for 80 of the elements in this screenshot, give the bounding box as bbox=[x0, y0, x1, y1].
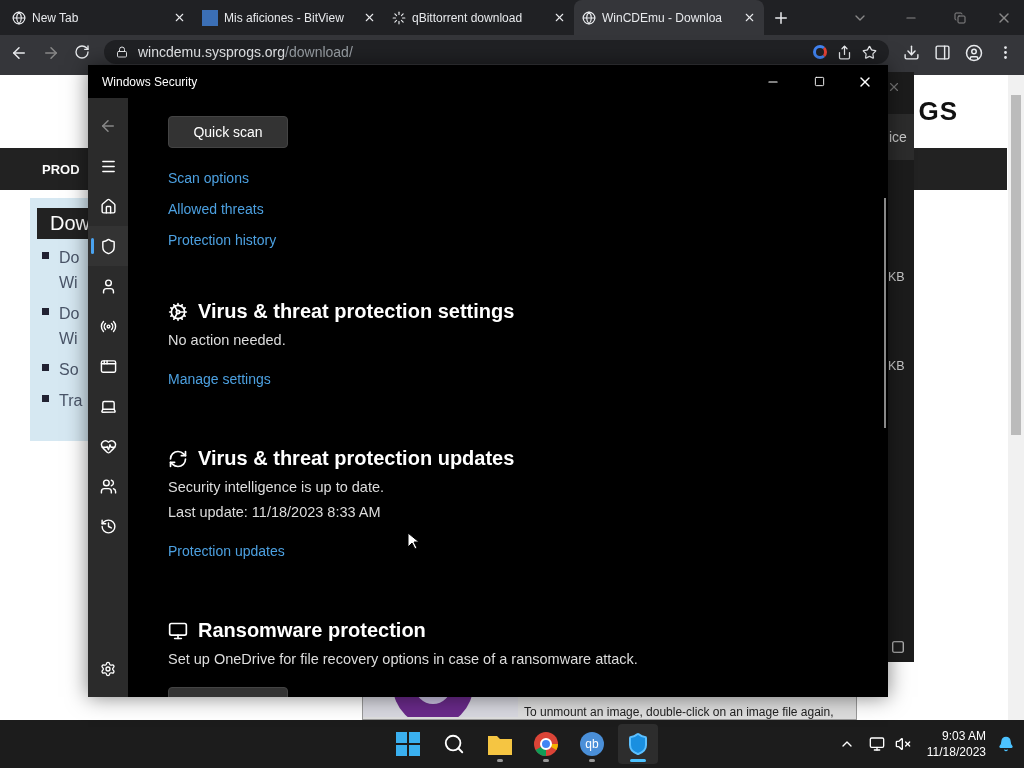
status-text: Last update: 11/18/2023 8:33 AM bbox=[168, 504, 382, 520]
reload-icon[interactable] bbox=[74, 44, 90, 60]
forward-icon[interactable] bbox=[42, 44, 60, 62]
section-title: Virus & threat protection updates bbox=[198, 447, 515, 470]
section-title: Ransomware protection bbox=[198, 619, 426, 642]
bullet-icon bbox=[42, 252, 49, 259]
side-panel-icon[interactable] bbox=[934, 44, 951, 61]
browser-tab[interactable]: Mis aficiones - BitView bbox=[194, 0, 384, 35]
taskbar-app[interactable] bbox=[618, 724, 658, 764]
bullet-icon bbox=[42, 308, 49, 315]
window-icon[interactable] bbox=[891, 640, 905, 654]
nav-item[interactable] bbox=[88, 226, 128, 266]
close-tab-icon[interactable] bbox=[363, 11, 376, 24]
search-icon bbox=[443, 733, 465, 755]
link[interactable]: Allowed threats bbox=[168, 194, 888, 225]
health-icon bbox=[99, 437, 117, 455]
maximize-icon[interactable] bbox=[813, 76, 825, 87]
start-icon bbox=[396, 732, 420, 756]
site-logo: GS bbox=[918, 96, 958, 127]
shield-icon bbox=[99, 237, 117, 255]
link[interactable]: Protection updates bbox=[168, 536, 888, 567]
status-text: No action needed. bbox=[168, 332, 287, 348]
size-text: KB bbox=[888, 270, 906, 284]
loading-icon bbox=[392, 10, 406, 25]
list-link[interactable]: Wi bbox=[59, 270, 80, 295]
clock[interactable]: 9:03 AM 11/18/2023 bbox=[926, 728, 986, 760]
bullet-icon bbox=[42, 395, 49, 402]
close-tab-icon[interactable] bbox=[173, 11, 186, 24]
app-icon bbox=[99, 357, 117, 375]
globe-icon bbox=[582, 10, 596, 25]
section-icon bbox=[168, 448, 188, 469]
volume-muted-icon[interactable] bbox=[894, 736, 911, 752]
notification-icon[interactable] bbox=[998, 736, 1014, 752]
section-icon bbox=[168, 301, 188, 322]
shield-icon bbox=[626, 732, 650, 756]
profile-icon[interactable] bbox=[965, 44, 983, 62]
size-text: KB bbox=[888, 359, 906, 373]
url-text: wincdemu.sysprogs.org/download/ bbox=[138, 44, 353, 60]
browser-tab[interactable]: qBittorrent download bbox=[384, 0, 574, 35]
bookmark-icon[interactable] bbox=[862, 44, 877, 60]
family-icon bbox=[99, 477, 117, 495]
bullet-icon bbox=[42, 364, 49, 371]
info-text: To unmount an image, double-click on an image file again, bbox=[524, 705, 834, 719]
folder-icon bbox=[488, 733, 512, 755]
browser-tab[interactable]: New Tab bbox=[4, 0, 194, 35]
app-icon: qb bbox=[580, 732, 604, 756]
network-icon[interactable] bbox=[868, 736, 885, 752]
link[interactable]: Manage settings bbox=[168, 364, 888, 395]
mouse-cursor-icon bbox=[407, 532, 419, 550]
list-link[interactable]: Wi bbox=[59, 326, 80, 351]
link[interactable]: Scan options bbox=[168, 163, 888, 194]
home-icon bbox=[99, 197, 117, 215]
quick-scan-button[interactable]: Quick scan bbox=[168, 116, 288, 148]
nav-link[interactable]: PROD bbox=[42, 161, 80, 177]
list-link[interactable]: Do bbox=[59, 301, 80, 326]
window-title: Windows Security bbox=[102, 74, 199, 89]
list-link[interactable]: Do bbox=[59, 245, 80, 270]
address-bar[interactable]: wincdemu.sysprogs.org/download/ bbox=[104, 40, 889, 64]
list-link[interactable]: So bbox=[59, 357, 79, 382]
close-tab-icon[interactable] bbox=[743, 11, 756, 24]
settings-icon bbox=[100, 661, 116, 677]
status-text: Set up OneDrive for file recovery options in case of a ransomware attack. bbox=[168, 651, 639, 667]
row-text: ice bbox=[889, 129, 907, 145]
site-favicon bbox=[202, 9, 218, 26]
history-icon bbox=[99, 517, 117, 535]
close-tab-icon[interactable] bbox=[553, 11, 566, 24]
share-icon[interactable] bbox=[837, 44, 852, 60]
restore-icon[interactable] bbox=[954, 11, 966, 24]
back-icon[interactable] bbox=[10, 44, 28, 62]
status-text: Security intelligence is up to date. bbox=[168, 479, 385, 495]
list-link[interactable]: Tra bbox=[59, 388, 83, 413]
lock-icon bbox=[116, 46, 128, 58]
google-icon[interactable] bbox=[813, 45, 827, 59]
section-title: Virus & threat protection settings bbox=[198, 300, 515, 323]
browser-tab[interactable]: WinCDEmu - Downloa bbox=[574, 0, 764, 35]
section-icon bbox=[168, 620, 188, 641]
download-icon[interactable] bbox=[903, 44, 920, 61]
link[interactable]: Protection history bbox=[168, 225, 888, 256]
scrollbar[interactable] bbox=[1008, 75, 1024, 720]
panel-heading: Dow bbox=[37, 208, 88, 239]
